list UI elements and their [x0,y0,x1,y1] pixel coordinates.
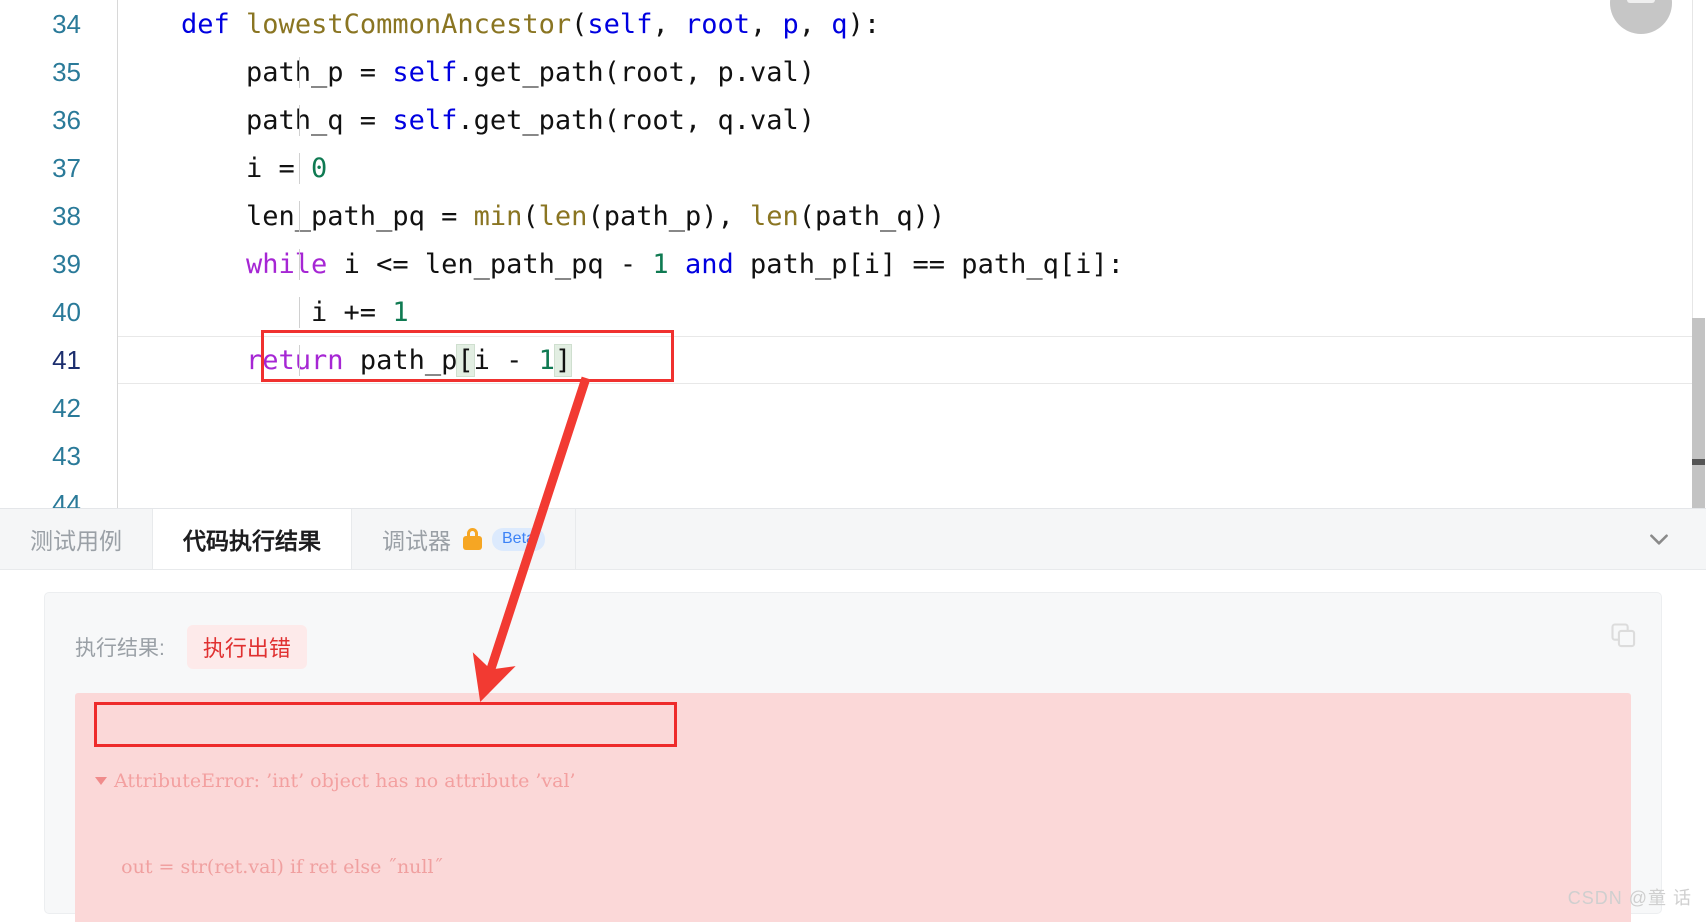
tab-execution-result[interactable]: 代码执行结果 [153,509,352,569]
result-label: 执行结果: [75,637,165,660]
line-number: 42 [52,392,81,423]
code-line-37[interactable]: 37 i = 0 [0,144,1706,192]
copy-icon[interactable] [1609,621,1637,649]
code-line-43[interactable]: 43 [0,432,1706,480]
tab-label: 调试器 [382,528,451,554]
code-line-text: path_p = self.get_path(root, p.val) [181,56,815,88]
code-line-35[interactable]: 35 path_p = self.get_path(root, p.val) [0,48,1706,96]
line-number: 34 [52,8,81,39]
code-line-text: i += 1 [181,296,409,328]
error-title: AttributeError: ’int’ object has no attr… [114,769,576,792]
line-number: 44 [52,488,81,509]
line-number: 35 [52,56,81,87]
editor-scrollbar-marker [1692,459,1705,465]
editor-scrollbar-thumb[interactable] [1692,318,1705,508]
code-line-text: def lowestCommonAncestor(self, root, p, … [181,8,881,40]
error-traceback-line: out = str(ret.val) if ret else ˝null˝ [97,856,444,879]
beta-badge: Beta [492,527,545,551]
code-line-text: i = 0 [181,152,328,184]
code-line-42[interactable]: 42 [0,384,1706,432]
code-line-text: path_q = self.get_path(root, q.val) [181,104,815,136]
error-title-row[interactable]: AttributeError: ’int’ object has no attr… [95,767,1609,796]
tab-label: 测试用例 [30,528,122,554]
line-number: 43 [52,440,81,471]
result-panel: 执行结果: 执行出错 AttributeError: ’int’ object … [0,570,1706,922]
page-root: 34 def lowestCommonAncestor(self, root, … [0,0,1706,922]
line-number: 39 [52,248,81,279]
tab-debugger[interactable]: 调试器 Beta [352,509,576,569]
code-line-44[interactable]: 44 [0,480,1706,509]
code-editor[interactable]: 34 def lowestCommonAncestor(self, root, … [0,0,1706,508]
code-rows: 34 def lowestCommonAncestor(self, root, … [0,0,1706,508]
code-line-text: len_path_pq = min(len(path_p), len(path_… [181,200,946,232]
line-number: 40 [52,296,81,327]
error-output[interactable]: AttributeError: ’int’ object has no attr… [75,693,1631,922]
code-line-41[interactable]: 41 return path_p[i - 1] [0,336,1706,384]
line-number: 37 [52,152,81,183]
tab-test-cases[interactable]: 测试用例 [0,509,153,569]
triangle-toggle-icon[interactable] [95,777,107,786]
result-card: 执行结果: 执行出错 AttributeError: ’int’ object … [44,592,1662,922]
chevron-down-icon[interactable] [1646,526,1672,552]
line-number: 38 [52,200,81,231]
code-line-text: while i <= len_path_pq - 1 and path_p[i]… [246,248,1124,280]
result-header: 执行结果: 执行出错 [75,625,1631,669]
tab-label: 代码执行结果 [183,528,321,554]
line-number: 36 [52,104,81,135]
code-line-36[interactable]: 36 path_q = self.get_path(root, q.val) [0,96,1706,144]
result-tabbar: 测试用例 代码执行结果 调试器 Beta [0,508,1706,570]
code-line-40[interactable]: 40 i += 1 [0,288,1706,336]
editor-scrollbar-track[interactable] [1692,0,1706,508]
lock-icon [463,528,482,550]
line-number: 41 [52,344,81,375]
watermark: CSDN @童 话 [1567,888,1692,908]
code-line-34[interactable]: 34 def lowestCommonAncestor(self, root, … [0,0,1706,48]
code-line-text: return path_p[i - 1] [246,343,573,377]
status-badge: 执行出错 [186,625,307,669]
code-line-38[interactable]: 38 len_path_pq = min(len(path_p), len(pa… [0,192,1706,240]
code-line-39[interactable]: 39 while i <= len_path_pq - 1 and path_p… [0,240,1706,288]
